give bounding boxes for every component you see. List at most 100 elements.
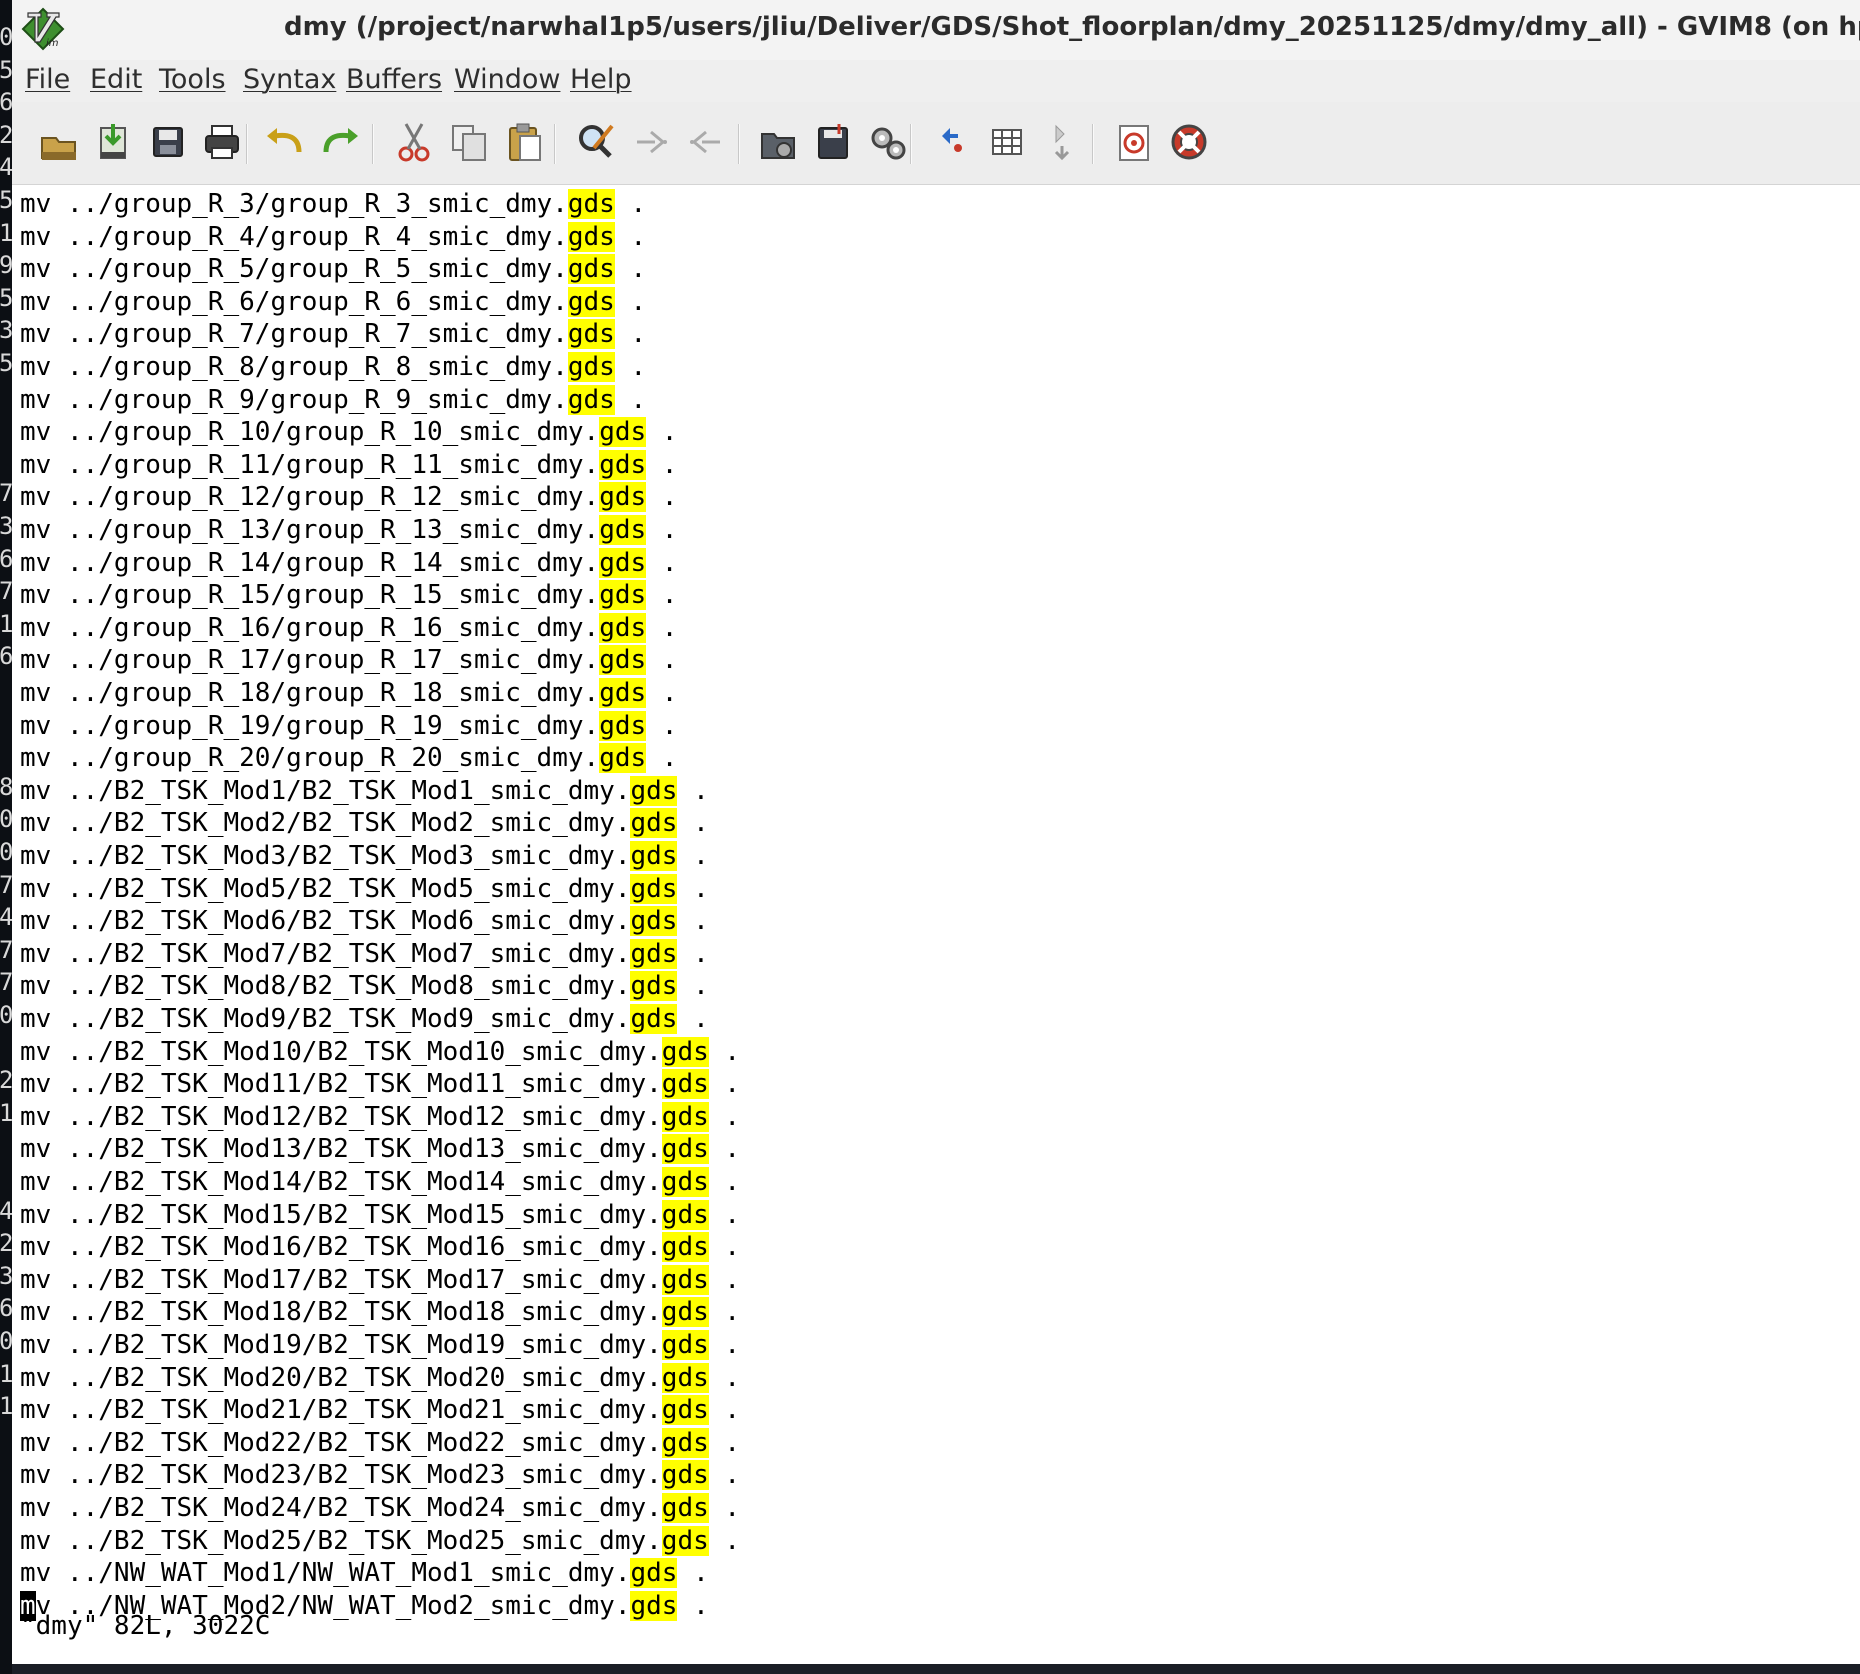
- line-text: mv ../B2_TSK_Mod8/B2_TSK_Mod8_smic_dmy.: [20, 971, 631, 1002]
- run-script-icon[interactable]: [864, 118, 912, 166]
- line-text-tail: .: [677, 1558, 709, 1589]
- line-text: mv ../B2_TSK_Mod12/B2_TSK_Mod12_smic_dmy…: [20, 1101, 662, 1132]
- find-next-icon[interactable]: [627, 118, 675, 166]
- search-match-highlight: gds: [599, 482, 647, 513]
- open-icon[interactable]: [34, 118, 82, 166]
- editor-line[interactable]: mv ../B2_TSK_Mod15/B2_TSK_Mod15_smic_dmy…: [20, 1199, 740, 1231]
- vim-logo-icon: im: [20, 6, 66, 52]
- editor-line[interactable]: mv ../group_R_12/group_R_12_smic_dmy.gds…: [20, 481, 677, 513]
- search-match-highlight: gds: [599, 449, 647, 480]
- copy-icon[interactable]: [445, 118, 493, 166]
- editor-line[interactable]: mv ../B2_TSK_Mod9/B2_TSK_Mod9_smic_dmy.g…: [20, 1003, 709, 1035]
- ctags-icon[interactable]: [1038, 118, 1086, 166]
- save-session-file-icon[interactable]: [809, 118, 857, 166]
- make-icon[interactable]: [928, 118, 976, 166]
- title-bar[interactable]: im dmy (/project/narwhal1p5/users/jliu/D…: [12, 0, 1860, 60]
- help-icon[interactable]: [1110, 118, 1158, 166]
- editor-line[interactable]: mv ../group_R_3/group_R_3_smic_dmy.gds .: [20, 188, 646, 220]
- editor-line[interactable]: mv ../group_R_5/group_R_5_smic_dmy.gds .: [20, 253, 646, 285]
- editor-line[interactable]: mv ../B2_TSK_Mod10/B2_TSK_Mod10_smic_dmy…: [20, 1036, 740, 1068]
- find-prev-icon[interactable]: [682, 118, 730, 166]
- editor-line[interactable]: mv ../group_R_19/group_R_19_smic_dmy.gds…: [20, 710, 677, 742]
- editor-line[interactable]: mv ../B2_TSK_Mod23/B2_TSK_Mod23_smic_dmy…: [20, 1459, 740, 1491]
- editor-line[interactable]: mv ../group_R_15/group_R_15_smic_dmy.gds…: [20, 579, 677, 611]
- line-text-tail: .: [677, 971, 709, 1002]
- save-icon[interactable]: [144, 118, 192, 166]
- editor-line[interactable]: mv ../B2_TSK_Mod19/B2_TSK_Mod19_smic_dmy…: [20, 1329, 740, 1361]
- menu-file[interactable]: File: [25, 62, 70, 98]
- editor-line[interactable]: mv ../B2_TSK_Mod17/B2_TSK_Mod17_smic_dmy…: [20, 1264, 740, 1296]
- editor-line[interactable]: mv ../B2_TSK_Mod12/B2_TSK_Mod12_smic_dmy…: [20, 1101, 740, 1133]
- editor-line[interactable]: mv ../group_R_14/group_R_14_smic_dmy.gds…: [20, 547, 677, 579]
- menu-help[interactable]: Help: [570, 62, 632, 98]
- editor-line[interactable]: mv ../group_R_8/group_R_8_smic_dmy.gds .: [20, 351, 646, 383]
- editor-line[interactable]: mv ../B2_TSK_Mod24/B2_TSK_Mod24_smic_dmy…: [20, 1492, 740, 1524]
- find-help-icon[interactable]: [1165, 118, 1213, 166]
- editor-line[interactable]: mv ../B2_TSK_Mod3/B2_TSK_Mod3_smic_dmy.g…: [20, 840, 709, 872]
- editor-line[interactable]: mv ../group_R_13/group_R_13_smic_dmy.gds…: [20, 514, 677, 546]
- line-text: mv ../group_R_19/group_R_19_smic_dmy.: [20, 710, 600, 741]
- find-replace-icon[interactable]: [572, 118, 620, 166]
- editor-line[interactable]: mv ../B2_TSK_Mod13/B2_TSK_Mod13_smic_dmy…: [20, 1133, 740, 1165]
- menu-window[interactable]: Window: [454, 62, 560, 98]
- editor-line[interactable]: mv ../B2_TSK_Mod14/B2_TSK_Mod14_smic_dmy…: [20, 1166, 740, 1198]
- redo-icon[interactable]: [316, 118, 364, 166]
- menu-tools[interactable]: Tools: [159, 62, 226, 98]
- menu-syntax[interactable]: Syntax: [243, 62, 336, 98]
- editor-line[interactable]: mv ../B2_TSK_Mod1/B2_TSK_Mod1_smic_dmy.g…: [20, 775, 709, 807]
- print-icon[interactable]: [198, 118, 246, 166]
- line-text-tail: .: [708, 1297, 741, 1328]
- editor-line[interactable]: mv ../group_R_16/group_R_16_smic_dmy.gds…: [20, 612, 677, 644]
- line-text-tail: .: [646, 515, 678, 545]
- paste-icon[interactable]: [500, 118, 548, 166]
- editor-line[interactable]: mv ../B2_TSK_Mod22/B2_TSK_Mod22_smic_dmy…: [20, 1427, 740, 1459]
- editor-text-area[interactable]: mv ../group_R_3/group_R_3_smic_dmy.gds .…: [12, 185, 1860, 1630]
- terminal-edge-char: 1: [0, 1359, 12, 1388]
- editor-line[interactable]: mv ../B2_TSK_Mod7/B2_TSK_Mod7_smic_dmy.g…: [20, 938, 709, 970]
- background-terminal-edge: 0562451953573671680074770214236011: [0, 0, 12, 1674]
- editor-line[interactable]: mv ../group_R_10/group_R_10_smic_dmy.gds…: [20, 416, 677, 448]
- editor-line[interactable]: mv ../B2_TSK_Mod11/B2_TSK_Mod11_smic_dmy…: [20, 1068, 740, 1100]
- editor-line[interactable]: mv ../group_R_7/group_R_7_smic_dmy.gds .: [20, 318, 646, 350]
- menu-buffers[interactable]: Buffers: [346, 62, 442, 98]
- editor-line[interactable]: mv ../group_R_9/group_R_9_smic_dmy.gds .: [20, 384, 646, 416]
- editor-line[interactable]: mv ../group_R_11/group_R_11_smic_dmy.gds…: [20, 449, 677, 481]
- line-text: mv ../B2_TSK_Mod2/B2_TSK_Mod2_smic_dmy.: [20, 808, 631, 839]
- editor-line[interactable]: mv ../B2_TSK_Mod25/B2_TSK_Mod25_smic_dmy…: [20, 1525, 740, 1557]
- status-message: "dmy" 82L, 3022C: [20, 1611, 271, 1641]
- editor-line[interactable]: mv ../B2_TSK_Mod16/B2_TSK_Mod16_smic_dmy…: [20, 1231, 740, 1263]
- editor-line[interactable]: mv ../B2_TSK_Mod6/B2_TSK_Mod6_smic_dmy.g…: [20, 905, 709, 937]
- terminal-edge-char: 2: [0, 1229, 12, 1258]
- load-session-icon[interactable]: [754, 118, 802, 166]
- line-text: mv ../group_R_5/group_R_5_smic_dmy.: [20, 254, 568, 285]
- editor-line[interactable]: mv ../B2_TSK_Mod20/B2_TSK_Mod20_smic_dmy…: [20, 1362, 740, 1394]
- toolbar-separator: [1092, 124, 1094, 164]
- line-text: mv ../B2_TSK_Mod19/B2_TSK_Mod19_smic_dmy…: [20, 1330, 662, 1360]
- undo-icon[interactable]: [261, 118, 309, 166]
- line-text-tail: .: [646, 710, 678, 741]
- search-match-highlight: gds: [599, 710, 647, 741]
- editor-line[interactable]: mv ../B2_TSK_Mod5/B2_TSK_Mod5_smic_dmy.g…: [20, 873, 709, 905]
- line-text-tail: .: [614, 254, 647, 285]
- editor-line[interactable]: mv ../B2_TSK_Mod8/B2_TSK_Mod8_smic_dmy.g…: [20, 970, 709, 1002]
- shell-icon[interactable]: [983, 118, 1031, 166]
- editor-line[interactable]: mv ../B2_TSK_Mod18/B2_TSK_Mod18_smic_dmy…: [20, 1296, 740, 1328]
- editor-line[interactable]: mv ../NW_WAT_Mod1/NW_WAT_Mod1_smic_dmy.g…: [20, 1557, 709, 1589]
- editor-line[interactable]: mv ../group_R_18/group_R_18_smic_dmy.gds…: [20, 677, 677, 709]
- line-text: mv ../group_R_20/group_R_20_smic_dmy.: [20, 743, 600, 774]
- line-text-tail: .: [646, 580, 678, 611]
- line-text-tail: .: [677, 938, 709, 969]
- editor-line[interactable]: mv ../group_R_20/group_R_20_smic_dmy.gds…: [20, 742, 677, 774]
- svg-text:im: im: [46, 38, 59, 49]
- editor-line[interactable]: mv ../B2_TSK_Mod2/B2_TSK_Mod2_smic_dmy.g…: [20, 807, 709, 839]
- save-session-icon[interactable]: [89, 118, 137, 166]
- cut-icon[interactable]: [390, 118, 438, 166]
- editor-line[interactable]: mv ../B2_TSK_Mod21/B2_TSK_Mod21_smic_dmy…: [20, 1394, 740, 1426]
- line-text-tail: .: [708, 1460, 741, 1491]
- menu-edit[interactable]: Edit: [90, 62, 142, 98]
- terminal-edge-char: 6: [0, 642, 12, 671]
- terminal-edge-char: [0, 674, 12, 704]
- editor-line[interactable]: mv ../group_R_17/group_R_17_smic_dmy.gds…: [20, 644, 677, 676]
- editor-line[interactable]: mv ../group_R_6/group_R_6_smic_dmy.gds .: [20, 286, 646, 318]
- editor-line[interactable]: mv ../group_R_4/group_R_4_smic_dmy.gds .: [20, 221, 646, 253]
